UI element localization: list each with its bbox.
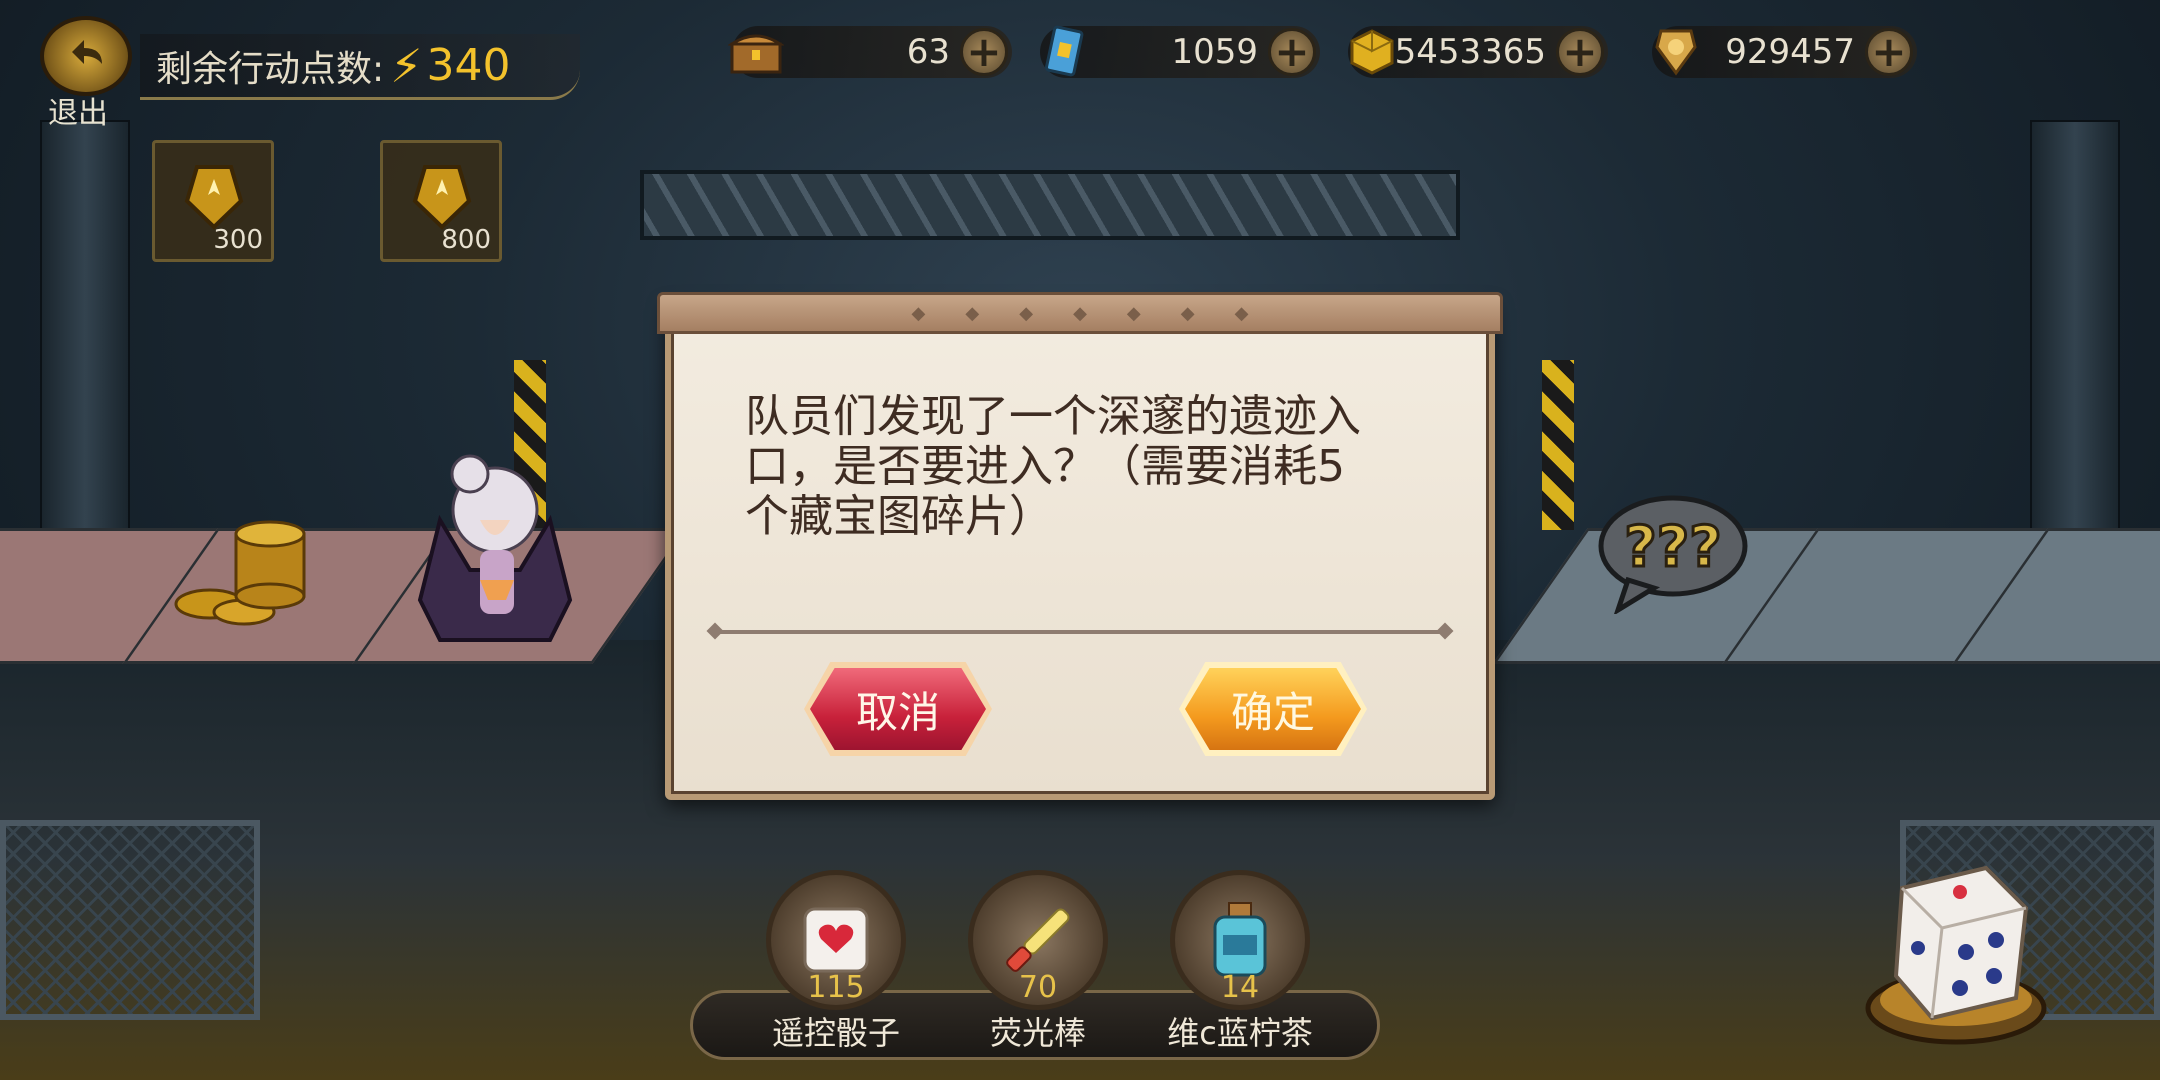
item-count: 14	[1220, 970, 1260, 1005]
add-card-button[interactable]: +	[1268, 28, 1316, 76]
mystery-bubble-icon: ???	[1598, 495, 1748, 614]
resource-value: 63	[906, 32, 950, 72]
item-remote-dice[interactable]: 115 遥控骰子	[766, 870, 906, 1052]
hazard-stripe	[1542, 360, 1574, 530]
reward-badge[interactable]: 300	[152, 140, 274, 262]
resource-gold: 15453365 +	[1348, 26, 1608, 78]
reward-badge[interactable]: 800	[380, 140, 502, 262]
gold-crystal-icon	[412, 165, 472, 230]
item-glowstick[interactable]: 70 荧光棒	[968, 870, 1108, 1052]
gold-crystal-icon	[184, 165, 244, 230]
add-gold-button[interactable]: +	[1556, 28, 1604, 76]
treasure-chest-icon	[726, 22, 786, 82]
safety-rail	[0, 820, 260, 1020]
dialog-divider	[715, 630, 1445, 634]
blue-card-icon	[1034, 22, 1094, 82]
add-badge-button[interactable]: +	[1865, 28, 1913, 76]
dice-icon	[1893, 865, 2029, 1021]
steel-truss	[640, 170, 1460, 240]
dialog-header-ornament: ◆ ◆ ◆ ◆ ◆ ◆ ◆	[657, 292, 1503, 334]
gold-coins-icon	[174, 520, 306, 626]
reward-value: 300	[213, 225, 263, 255]
item-count: 115	[807, 970, 865, 1005]
gold-badge-icon	[1646, 22, 1706, 82]
resource-card: 1059 +	[1040, 25, 1320, 78]
resource-value: 1059	[1171, 32, 1258, 72]
add-treasure-button[interactable]: +	[960, 28, 1008, 76]
item-name: 维c蓝柠茶	[1167, 1014, 1313, 1052]
gold-cube-icon	[1342, 22, 1402, 82]
dialog-frame	[665, 300, 1495, 800]
action-points-panel: 剩余行动点数: ⚡ 340	[140, 34, 580, 100]
bubble-text: ???	[1624, 515, 1721, 580]
confirm-button[interactable]: 确定	[1185, 668, 1361, 750]
action-points-value: 340	[426, 40, 511, 91]
resource-badge: 929457 +	[1652, 26, 1917, 78]
item-name: 遥控骰子	[771, 1014, 900, 1052]
player-character	[417, 454, 573, 642]
dialog-message: 队员们发现了一个深邃的遗迹入口，是否要进入？（需要消耗5个藏宝图碎片）	[745, 391, 1361, 542]
reward-value: 800	[441, 225, 491, 255]
resource-value: 929457	[1725, 32, 1855, 72]
action-points-label: 剩余行动点数:	[156, 48, 385, 90]
item-count: 70	[1018, 970, 1058, 1005]
lightning-icon: ⚡	[390, 38, 423, 93]
exit-label: 退出	[48, 96, 108, 131]
back-arrow-icon	[72, 40, 102, 64]
roll-dice-button[interactable]	[1856, 848, 2056, 1048]
cancel-button[interactable]: 取消	[810, 668, 986, 750]
resource-treasure: 63 +	[728, 26, 1012, 78]
confirm-dialog: ◆ ◆ ◆ ◆ ◆ ◆ ◆ 队员们发现了一个深邃的遗迹入口，是否要进入？（需要消耗5个藏宝图…	[657, 292, 1503, 800]
exit-button[interactable]	[40, 16, 132, 96]
item-lemon-tea[interactable]: 14 维c蓝柠茶	[1167, 870, 1313, 1052]
item-name: 荧光棒	[989, 1014, 1086, 1052]
